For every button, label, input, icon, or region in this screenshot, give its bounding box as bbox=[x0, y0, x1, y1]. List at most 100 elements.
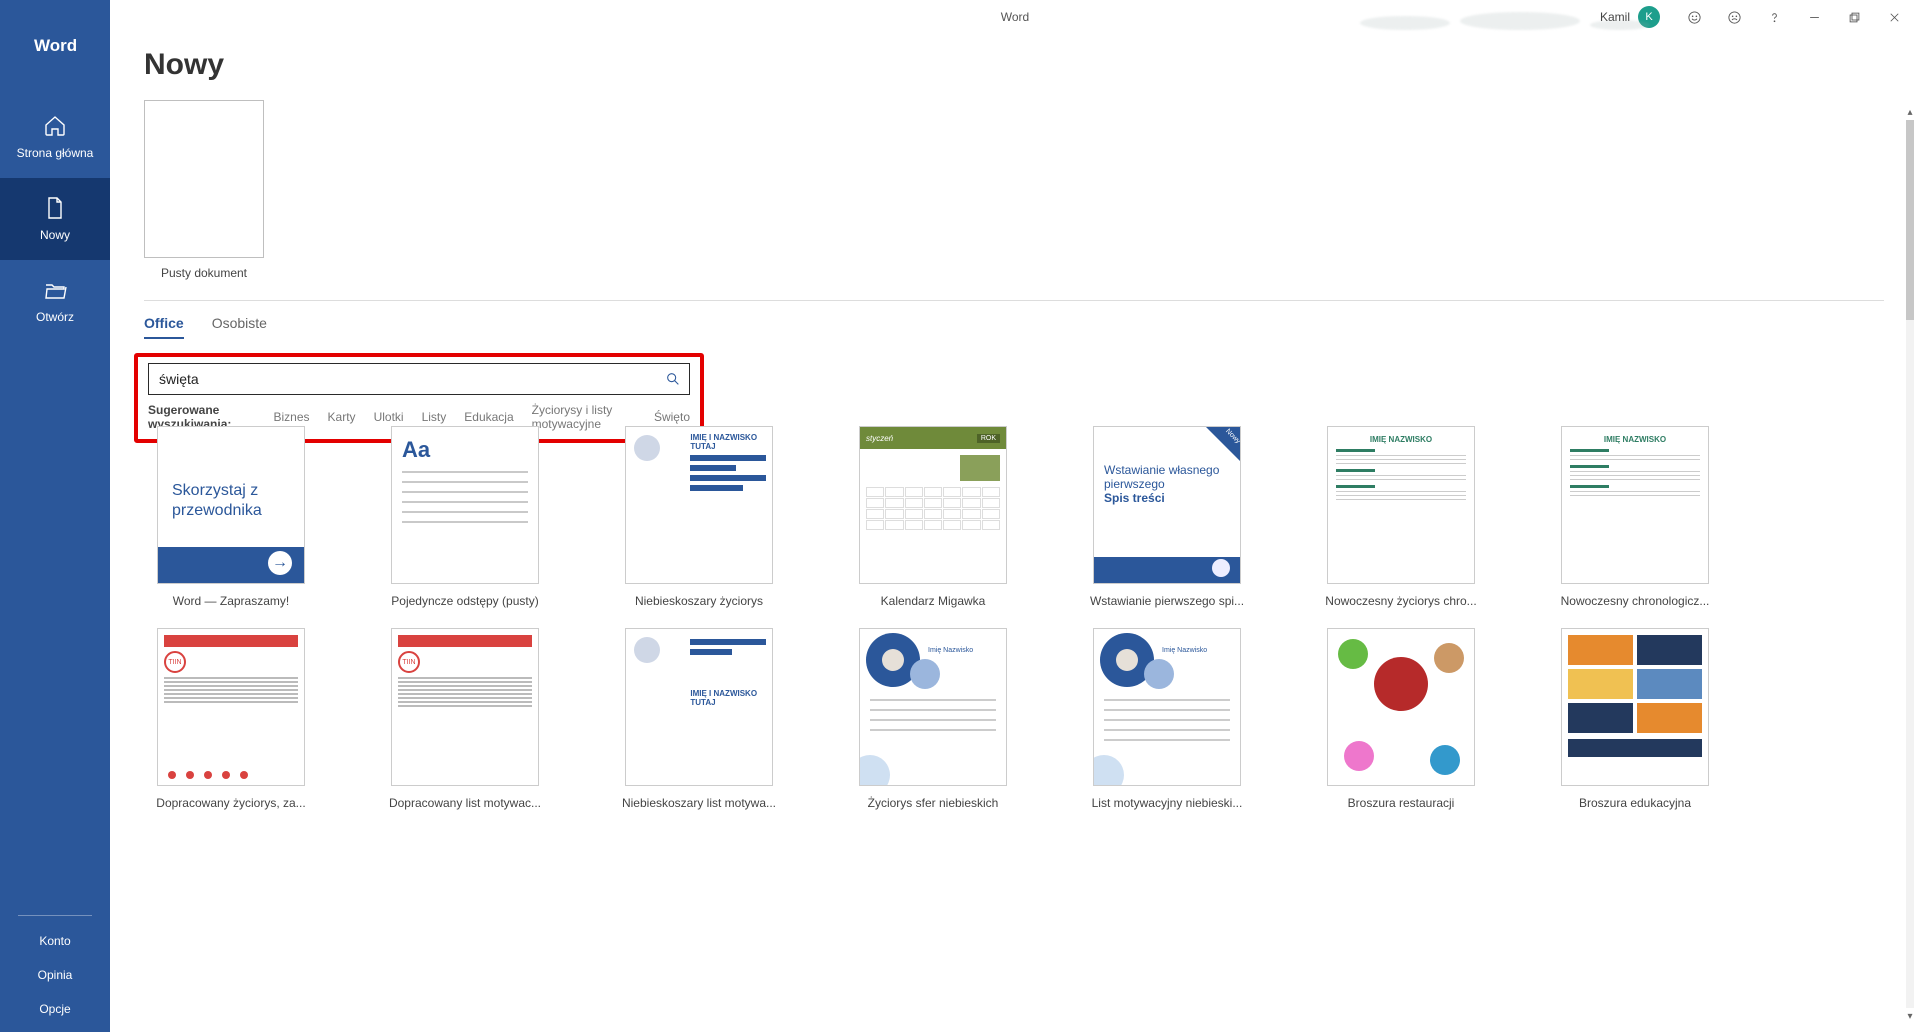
scroll-thumb[interactable] bbox=[1906, 120, 1914, 320]
folder-open-icon bbox=[43, 278, 67, 302]
scroll-up-icon[interactable]: ▴ bbox=[1902, 104, 1918, 120]
suggestion-link[interactable]: Karty bbox=[328, 410, 356, 424]
main: Word Kamil K Nowy Pusty dokument bbox=[110, 0, 1920, 1032]
feedback-sad-button[interactable] bbox=[1714, 0, 1754, 34]
template-card[interactable]: Imię Nazwisko Życiorys sfer niebieskich bbox=[846, 628, 1020, 810]
restore-button[interactable] bbox=[1834, 0, 1874, 34]
help-button[interactable] bbox=[1754, 0, 1794, 34]
suggestion-link[interactable]: Edukacja bbox=[464, 410, 513, 424]
template-card[interactable]: IMIĘ I NAZWISKO TUTAJ Niebieskoszary życ… bbox=[612, 426, 786, 608]
template-caption: Dopracowany list motywac... bbox=[378, 796, 552, 810]
thumb-text: Spis treści bbox=[1104, 491, 1165, 505]
thumb-text: IMIĘ I NAZWISKO TUTAJ bbox=[690, 689, 766, 707]
home-icon bbox=[43, 114, 67, 138]
feedback-happy-button[interactable] bbox=[1674, 0, 1714, 34]
template-thumbnail: Skorzystaj z przewodnika → bbox=[157, 426, 305, 584]
template-caption: Życiorys sfer niebieskich bbox=[846, 796, 1020, 810]
sidebar-footer: Konto Opinia Opcje bbox=[0, 924, 110, 1032]
thumb-text: IMIĘ NAZWISKO bbox=[1336, 435, 1466, 444]
thumb-text: Imię Nazwisko bbox=[1162, 647, 1207, 654]
thumb-text: Skorzystaj z przewodnika bbox=[172, 481, 304, 521]
template-caption: List motywacyjny niebieski... bbox=[1080, 796, 1254, 810]
template-card[interactable]: Skorzystaj z przewodnika → Word — Zapras… bbox=[144, 426, 318, 608]
blank-thumbnail bbox=[144, 100, 264, 258]
search-icon bbox=[665, 371, 681, 387]
thumb-text: ROK bbox=[977, 434, 1000, 443]
page-title: Nowy bbox=[144, 34, 1884, 100]
suggestion-link[interactable]: Ulotki bbox=[374, 410, 404, 424]
template-source-tabs: Office Osobiste bbox=[144, 315, 1884, 339]
template-card[interactable]: TIIN Dopracowany list motywac... bbox=[378, 628, 552, 810]
template-caption: Nowoczesny chronologicz... bbox=[1548, 594, 1722, 608]
sidebar-item-home[interactable]: Strona główna bbox=[0, 96, 110, 178]
sidebar-nav: Strona główna Nowy Otwórz bbox=[0, 96, 110, 915]
arrow-right-icon: → bbox=[268, 551, 292, 575]
frown-icon bbox=[1727, 10, 1742, 25]
tab-personal[interactable]: Osobiste bbox=[212, 315, 267, 339]
minimize-button[interactable] bbox=[1794, 0, 1834, 34]
suggestion-link[interactable]: Święto bbox=[654, 410, 690, 424]
smile-icon bbox=[1687, 10, 1702, 25]
template-thumbnail bbox=[1327, 628, 1475, 786]
templates-scrollbar[interactable]: ▴ ▾ bbox=[1902, 104, 1918, 1024]
template-card[interactable]: IMIĘ I NAZWISKO TUTAJ Niebieskoszary lis… bbox=[612, 628, 786, 810]
restore-icon bbox=[1847, 10, 1862, 25]
suggestion-link[interactable]: Biznes bbox=[274, 410, 310, 424]
template-caption: Broszura restauracji bbox=[1314, 796, 1488, 810]
content: Nowy Pusty dokument Office Osobiste bbox=[110, 34, 1920, 1032]
template-caption: Dopracowany życiorys, za... bbox=[144, 796, 318, 810]
sidebar-item-account[interactable]: Konto bbox=[0, 924, 110, 958]
sidebar-item-feedback[interactable]: Opinia bbox=[0, 958, 110, 992]
template-card[interactable]: Broszura edukacyjna bbox=[1548, 628, 1722, 810]
titlebar: Word Kamil K bbox=[110, 0, 1920, 34]
template-search-input[interactable] bbox=[149, 371, 657, 387]
sidebar-item-options[interactable]: Opcje bbox=[0, 992, 110, 1026]
template-caption: Pusty dokument bbox=[144, 266, 264, 280]
thumb-text: TIIN bbox=[164, 651, 186, 673]
search-button[interactable] bbox=[657, 364, 689, 394]
template-blank-document[interactable]: Pusty dokument bbox=[144, 100, 264, 280]
template-caption: Niebieskoszary życiorys bbox=[612, 594, 786, 608]
template-thumbnail: IMIĘ NAZWISKO bbox=[1327, 426, 1475, 584]
template-caption: Niebieskoszary list motywa... bbox=[612, 796, 786, 810]
template-grid: Skorzystaj z przewodnika → Word — Zapras… bbox=[144, 426, 1898, 810]
sidebar: Word Strona główna Nowy Otwórz Konto Opi… bbox=[0, 0, 110, 1032]
template-card[interactable]: IMIĘ NAZWISKO Nowoczesny chronologicz... bbox=[1548, 426, 1722, 608]
template-card[interactable]: IMIĘ NAZWISKO Nowoczesny życiorys chro..… bbox=[1314, 426, 1488, 608]
template-thumbnail: Wstawianie własnego pierwszegoSpis treśc… bbox=[1093, 426, 1241, 584]
template-caption: Word — Zapraszamy! bbox=[144, 594, 318, 608]
template-thumbnail: TIIN bbox=[391, 628, 539, 786]
app-title: Word bbox=[1001, 10, 1029, 24]
close-button[interactable] bbox=[1874, 0, 1914, 34]
template-caption: Nowoczesny życiorys chro... bbox=[1314, 594, 1488, 608]
suggestion-link[interactable]: Listy bbox=[422, 410, 447, 424]
sidebar-item-label: Nowy bbox=[40, 228, 70, 242]
sidebar-divider bbox=[18, 915, 92, 916]
template-caption: Wstawianie pierwszego spi... bbox=[1080, 594, 1254, 608]
template-card[interactable]: TIIN Dopracowany życiorys, za... bbox=[144, 628, 318, 810]
tab-office[interactable]: Office bbox=[144, 315, 184, 339]
template-thumbnail bbox=[1561, 628, 1709, 786]
scroll-down-icon[interactable]: ▾ bbox=[1902, 1008, 1918, 1024]
template-card[interactable]: Aa Pojedyncze odstępy (pusty) bbox=[378, 426, 552, 608]
template-thumbnail: TIIN bbox=[157, 628, 305, 786]
close-icon bbox=[1887, 10, 1902, 25]
template-card[interactable]: styczeńROK Kalendarz Migawka bbox=[846, 426, 1020, 608]
template-card[interactable]: Wstawianie własnego pierwszegoSpis treśc… bbox=[1080, 426, 1254, 608]
divider bbox=[144, 300, 1884, 301]
brand: Word bbox=[0, 0, 110, 96]
sidebar-item-label: Otwórz bbox=[36, 310, 74, 324]
template-card[interactable]: Broszura restauracji bbox=[1314, 628, 1488, 810]
sidebar-item-new[interactable]: Nowy bbox=[0, 178, 110, 260]
template-card[interactable]: Imię Nazwisko List motywacyjny niebieski… bbox=[1080, 628, 1254, 810]
thumb-text: IMIĘ I NAZWISKO TUTAJ bbox=[690, 433, 766, 451]
thumb-text: Imię Nazwisko bbox=[928, 647, 973, 654]
template-thumbnail: Aa bbox=[391, 426, 539, 584]
template-thumbnail: IMIĘ NAZWISKO bbox=[1561, 426, 1709, 584]
template-caption: Pojedyncze odstępy (pusty) bbox=[378, 594, 552, 608]
template-caption: Broszura edukacyjna bbox=[1548, 796, 1722, 810]
template-caption: Kalendarz Migawka bbox=[846, 594, 1020, 608]
new-badge-icon bbox=[1206, 427, 1240, 461]
sidebar-item-open[interactable]: Otwórz bbox=[0, 260, 110, 342]
sidebar-item-label: Strona główna bbox=[17, 146, 94, 160]
